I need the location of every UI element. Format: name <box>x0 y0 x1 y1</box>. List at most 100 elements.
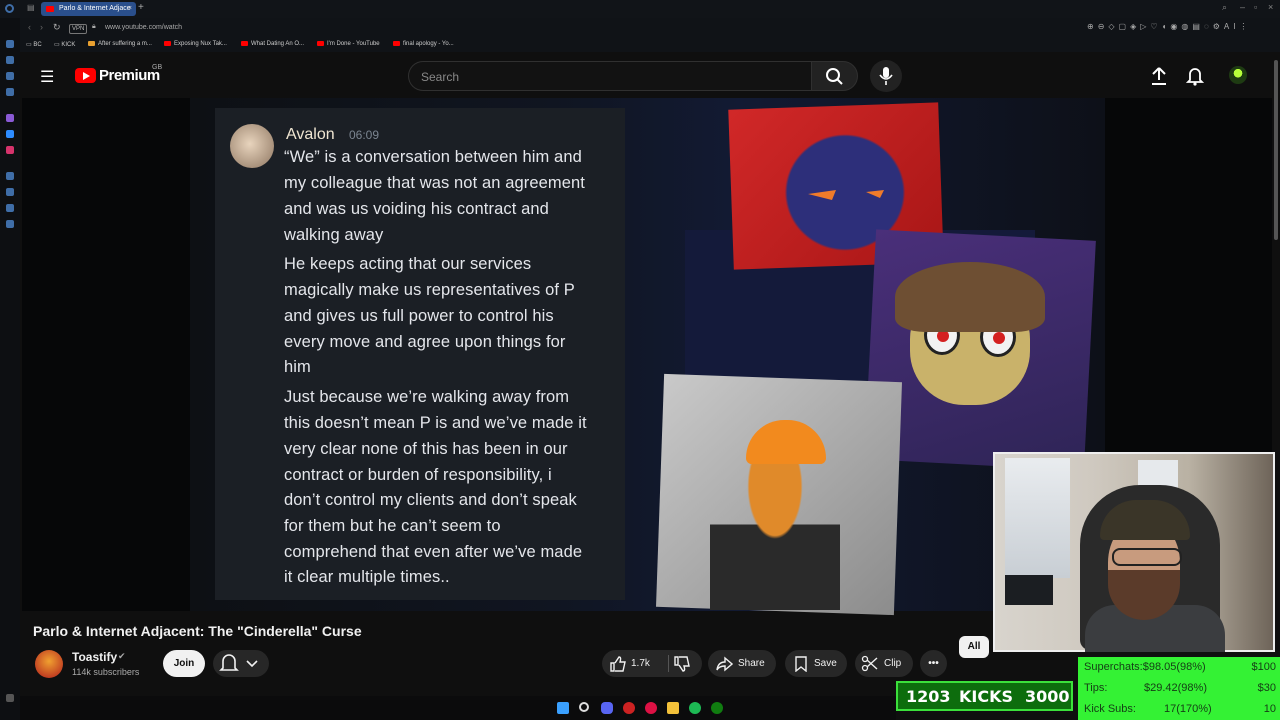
share-button[interactable]: Share <box>708 650 776 677</box>
lock-icon[interactable]: 🔒︎ <box>92 23 96 31</box>
page-scrollbar[interactable] <box>1274 60 1278 240</box>
vpn-badge[interactable]: VPN <box>69 24 88 34</box>
subscriber-count: 114k subscribers <box>72 667 140 677</box>
goal-label: Superchats:$98.05(98%) <box>1084 661 1206 673</box>
search-icon[interactable] <box>579 702 589 712</box>
message-line: and gives us full power to control his <box>284 307 554 325</box>
message-line: every move and agree upon things for <box>284 333 566 351</box>
back-icon[interactable]: ‹ <box>28 22 31 32</box>
bookmark-item[interactable]: ▭ KICK <box>54 41 75 48</box>
notifications-icon[interactable] <box>1186 66 1204 86</box>
more-horiz-icon: ••• <box>928 658 939 669</box>
search-tabs-icon[interactable]: ⌕ <box>1222 2 1227 13</box>
message-line: contract or burden of responsibility, i <box>284 466 552 484</box>
message-line: walking away <box>284 226 384 244</box>
browser-icon[interactable] <box>645 702 657 714</box>
message-line: Just because we’re walking away from <box>284 388 570 406</box>
kicks-current: 1203 <box>906 687 951 706</box>
maximize-icon[interactable]: ▫ <box>1254 2 1257 12</box>
like-count[interactable]: 1.7k <box>631 650 650 677</box>
like-icon[interactable] <box>609 655 627 672</box>
youtube-favicon-icon <box>164 41 171 46</box>
youtube-favicon-icon <box>46 6 54 12</box>
opera-logo[interactable] <box>5 4 14 13</box>
message-line: it clear multiple times.. <box>284 568 450 586</box>
verified-icon: ✔ <box>118 651 126 661</box>
bookmark-item[interactable]: ▭ BC <box>26 41 42 48</box>
menu-icon[interactable]: ☰ <box>40 67 54 87</box>
browser-tab-active[interactable]: Parlo & Internet Adjace × <box>41 2 136 16</box>
xbox-icon[interactable] <box>711 702 723 714</box>
bookmark-item[interactable]: Exposing Nux Tak... <box>164 41 227 47</box>
sidebar-app-icon[interactable] <box>6 56 14 64</box>
discord-icon[interactable] <box>601 702 613 714</box>
tab-menu-icon[interactable]: ▤ <box>27 3 35 12</box>
voice-search-button[interactable] <box>870 60 902 92</box>
sidebar-app-icon[interactable] <box>6 72 14 80</box>
message-line: “We” is a conversation between him and <box>284 148 582 166</box>
minimize-icon[interactable]: – <box>1240 2 1245 12</box>
bell-icon <box>219 654 258 671</box>
extensions-toolbar[interactable]: ⊕⊖◇▢◈▷♡◖◉◍▤◌⚙AI⋮ <box>1087 22 1251 31</box>
goal-label: Kick Subs: 17(170%) <box>1084 703 1212 715</box>
sidebar-app-icon[interactable] <box>6 88 14 96</box>
channel-avatar[interactable] <box>35 650 63 678</box>
account-avatar[interactable] <box>1229 66 1247 84</box>
youtube-favicon-icon <box>317 41 324 46</box>
sidebar-app-icon[interactable] <box>6 172 14 180</box>
sidebar-app-icon[interactable] <box>6 188 14 196</box>
reload-icon[interactable]: ↻ <box>53 22 61 33</box>
windows-start-icon[interactable] <box>557 702 569 714</box>
goal-label: Tips: $29.42(98%) <box>1084 682 1207 694</box>
channel-name[interactable]: Toastify <box>72 650 117 664</box>
messenger-icon[interactable] <box>6 130 14 138</box>
bookmark-item[interactable]: I'm Done - YouTube <box>317 41 380 47</box>
discord-username: Avalon <box>286 126 335 143</box>
search-input[interactable] <box>408 61 811 91</box>
message-line: and was us voiding his contract and <box>284 200 549 218</box>
message-line: comprehend that even after we’ve made <box>284 543 583 561</box>
goal-target: $100 <box>1251 661 1276 673</box>
opera-gx-icon[interactable] <box>623 702 635 714</box>
file-explorer-icon[interactable] <box>667 702 679 714</box>
settings-icon[interactable] <box>6 220 14 228</box>
upload-icon[interactable] <box>1150 66 1168 86</box>
instagram-icon[interactable] <box>6 146 14 154</box>
search-icon <box>826 68 843 85</box>
bookmark-item[interactable]: final apology - Yo... <box>393 41 454 47</box>
tab-title: Parlo & Internet Adjace <box>59 5 131 12</box>
join-button[interactable]: Join <box>163 650 205 677</box>
save-button[interactable]: Save <box>785 650 847 677</box>
new-tab-icon[interactable]: + <box>138 2 144 13</box>
forward-icon[interactable]: › <box>40 22 43 32</box>
browser-tab-bar <box>0 0 1280 18</box>
taskbar <box>20 696 896 720</box>
subscription-bell-button[interactable] <box>213 650 269 677</box>
dislike-icon[interactable] <box>673 656 691 673</box>
discord-avatar <box>230 124 274 168</box>
close-icon[interactable]: × <box>128 2 132 16</box>
save-label: Save <box>814 658 837 669</box>
region-label: GB <box>152 64 163 71</box>
brand-label[interactable]: Premium <box>99 67 160 84</box>
clip-button[interactable]: Clip <box>855 650 913 677</box>
bookmark-item[interactable]: What Dating An O... <box>241 41 304 47</box>
spotify-icon[interactable] <box>689 702 701 714</box>
search-placeholder: Search <box>421 70 460 84</box>
message-line: very clear none of this has been in our <box>284 440 568 458</box>
more-actions-button[interactable]: ••• <box>920 650 947 677</box>
more-icon[interactable] <box>6 694 14 702</box>
twitch-icon[interactable] <box>6 114 14 122</box>
chip-all[interactable]: All <box>959 636 989 658</box>
bookmark-item[interactable]: After suffering a m... <box>88 41 152 47</box>
sidebar-app-icon[interactable] <box>6 204 14 212</box>
search-button[interactable] <box>811 61 858 91</box>
youtube-logo-icon[interactable] <box>75 68 96 83</box>
message-line: magically make us representatives of P <box>284 281 575 299</box>
video-art-eyes <box>808 190 884 200</box>
url-field[interactable]: www.youtube.com/watch <box>105 24 182 31</box>
message-line: He keeps acting that our services <box>284 255 532 273</box>
close-window-icon[interactable]: × <box>1268 2 1273 12</box>
sidebar-app-icon[interactable] <box>6 40 14 48</box>
goal-target: 10 <box>1263 703 1276 715</box>
